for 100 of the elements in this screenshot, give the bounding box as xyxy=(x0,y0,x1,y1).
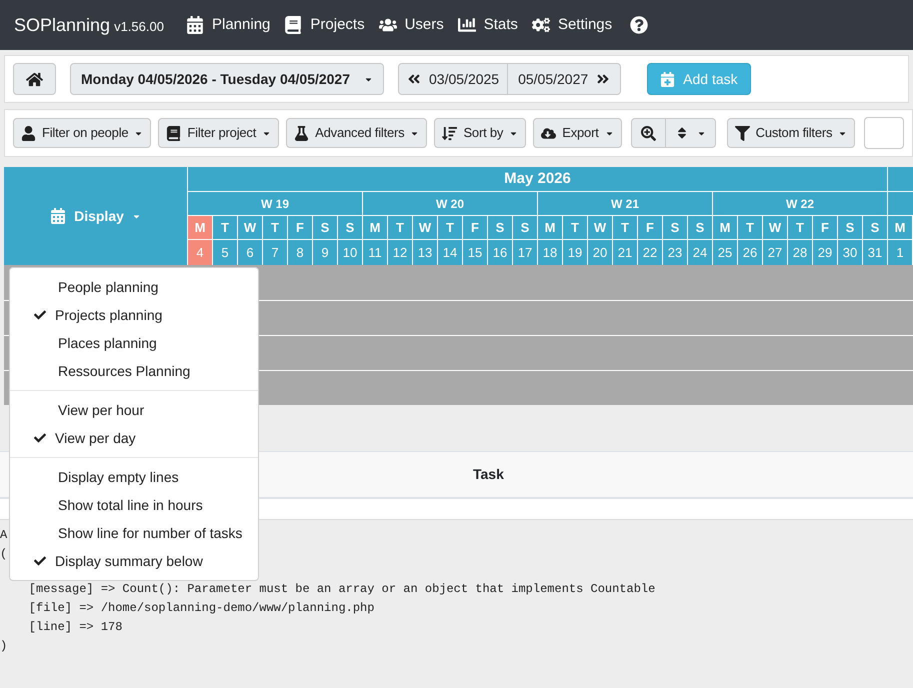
filter-dropdown[interactable]: Sort by xyxy=(434,118,526,148)
menu-item-label: Show line for number of tasks xyxy=(58,524,242,542)
day-letter-cell: M xyxy=(363,216,388,240)
double-right-icon xyxy=(596,72,610,86)
previous-date-button[interactable]: 03/05/2025 xyxy=(398,63,508,95)
menu-item[interactable]: Display summary below xyxy=(10,547,258,575)
filter-dropdown[interactable]: Advanced filters xyxy=(286,118,428,148)
date-cell: 29 xyxy=(813,240,838,265)
day-letter-cell: T xyxy=(738,216,763,240)
double-left-icon xyxy=(407,72,422,86)
users-icon xyxy=(378,16,397,34)
day-letter-cell: T xyxy=(613,216,638,240)
menu-item-label: View per hour xyxy=(58,400,144,420)
flask-icon xyxy=(294,126,310,140)
menu-item-label: Projects planning xyxy=(55,306,162,325)
date-cell: 20 xyxy=(588,240,613,265)
menu-item-label: Display empty lines xyxy=(58,468,179,487)
nav-link[interactable]: Stats xyxy=(458,14,518,36)
filter-dropdown[interactable]: Filter on people xyxy=(13,118,152,148)
menu-item[interactable]: People planning xyxy=(10,273,258,301)
nav-link[interactable]: Projects xyxy=(284,14,365,36)
person-icon xyxy=(21,126,36,140)
day-letter-cell: W xyxy=(238,216,263,240)
week-header-cell xyxy=(888,192,913,216)
day-letter-cell: T xyxy=(263,216,288,240)
date-cell: 23 xyxy=(663,240,688,265)
day-letter-cell: S xyxy=(838,216,863,240)
home-icon xyxy=(26,70,43,88)
error-output-line: [line] => 178 xyxy=(28,619,122,636)
nav-link[interactable]: Planning xyxy=(186,14,270,36)
text-field[interactable] xyxy=(864,117,904,149)
day-letter-cell: F xyxy=(288,216,313,240)
error-output-line: ) xyxy=(0,638,8,655)
date-cell: 4 xyxy=(188,240,213,265)
day-letter-cell: S xyxy=(338,216,363,240)
date-cell: 21 xyxy=(613,240,638,265)
version-label: v1.56.00 xyxy=(114,18,164,36)
day-letter-cell: S xyxy=(863,216,888,240)
nav-link[interactable]: Users xyxy=(378,14,444,36)
date-cell: 24 xyxy=(688,240,713,265)
cloud-download-icon xyxy=(541,126,556,140)
menu-item[interactable]: Ressources Planning xyxy=(10,357,258,385)
date-range-dropdown[interactable]: Monday 04/05/2026 - Tuesday 04/05/2027 xyxy=(70,63,384,95)
menu-item[interactable]: Show total line in hours xyxy=(10,491,258,519)
day-letter-cell: S xyxy=(688,216,713,240)
menu-item[interactable]: Places planning xyxy=(10,329,258,357)
week-header: W 20 xyxy=(363,192,538,216)
menu-item-label: View per day xyxy=(55,428,136,448)
date-cell: 27 xyxy=(763,240,788,265)
zoom-button[interactable] xyxy=(630,118,666,148)
date-cell: 18 xyxy=(538,240,563,265)
calendar-icon xyxy=(186,16,204,34)
menu-item[interactable]: Projects planning xyxy=(10,301,258,329)
bar-chart-icon xyxy=(458,16,476,34)
next-date-button[interactable]: 05/05/2027 xyxy=(508,63,622,95)
error-output-line: ( xyxy=(0,546,8,563)
check-icon xyxy=(34,309,46,321)
date-cell: 30 xyxy=(838,240,863,265)
book-icon xyxy=(166,126,182,140)
date-cell: 12 xyxy=(388,240,413,265)
help-icon[interactable] xyxy=(630,16,648,34)
menu-item[interactable]: View per day xyxy=(10,424,258,452)
menu-item[interactable]: Show line for number of tasks xyxy=(10,519,258,547)
date-cell: 5 xyxy=(213,240,238,265)
date-cell: 11 xyxy=(363,240,388,265)
date-cell: 28 xyxy=(788,240,813,265)
zoom-in-icon xyxy=(640,126,656,140)
nav-link[interactable]: Settings xyxy=(532,14,612,36)
calendar-plus-icon xyxy=(660,72,676,86)
menu-item[interactable]: View per hour xyxy=(10,396,258,424)
date-cell: 7 xyxy=(263,240,288,265)
date-cell: 6 xyxy=(238,240,263,265)
row-height-dropdown[interactable] xyxy=(666,118,716,148)
home-button[interactable] xyxy=(13,63,56,95)
gears-icon xyxy=(532,16,550,34)
day-letter-cell: F xyxy=(463,216,488,240)
date-cell: 26 xyxy=(738,240,763,265)
date-cell: 25 xyxy=(713,240,738,265)
date-cell: 1 xyxy=(888,240,913,265)
date-cell: 9 xyxy=(313,240,338,265)
error-output-line: [file] => /home/soplanning-demo/www/planning.php xyxy=(28,600,374,617)
column-header: Task xyxy=(473,465,504,484)
day-letter-cell: F xyxy=(638,216,663,240)
filter-dropdown[interactable]: Filter project xyxy=(158,118,280,148)
error-output-line: [message] => Count(): Parameter must be an array or an object that implements Countable xyxy=(28,581,656,598)
app-title[interactable]: SOPlanning xyxy=(14,12,110,38)
filter-dropdown[interactable]: Export xyxy=(533,118,622,148)
filter-dropdown[interactable]: Custom filters xyxy=(726,118,856,148)
day-letter-cell: F xyxy=(813,216,838,240)
check-icon xyxy=(34,432,46,444)
day-letter-cell: T xyxy=(213,216,238,240)
day-letter-cell: M xyxy=(888,216,913,240)
date-cell: 16 xyxy=(488,240,513,265)
day-letter-cell: T xyxy=(788,216,813,240)
date-cell: 17 xyxy=(513,240,538,265)
menu-item[interactable]: Display empty lines xyxy=(10,463,258,491)
week-header: W 22 xyxy=(713,192,888,216)
month-header-cell xyxy=(888,167,913,192)
week-header: W 21 xyxy=(538,192,713,216)
sort-icon xyxy=(442,126,458,140)
